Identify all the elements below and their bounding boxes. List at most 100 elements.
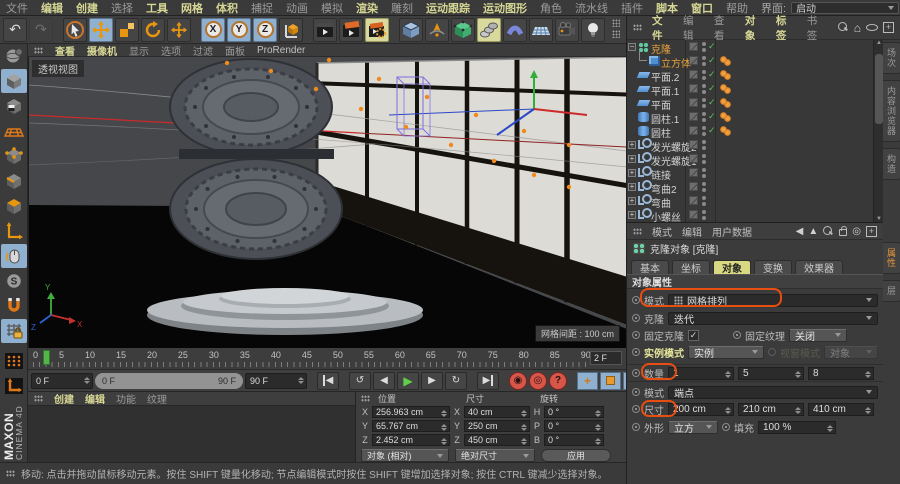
scrollbar-thumb[interactable] bbox=[875, 54, 883, 124]
phong-tag-icon[interactable] bbox=[720, 98, 731, 108]
camera-button[interactable] bbox=[555, 17, 579, 42]
visibility-dots-icon[interactable] bbox=[702, 70, 706, 82]
mode-dropdown[interactable]: 网格排列 bbox=[668, 293, 878, 308]
enabled-check-icon[interactable]: ✓ bbox=[708, 97, 716, 108]
phong-tag-icon[interactable] bbox=[720, 56, 731, 66]
layer-toggle-icon[interactable] bbox=[689, 98, 698, 107]
fill-field[interactable]: 100 % bbox=[758, 420, 836, 434]
size-mode-dropdown[interactable]: 绝对尺寸 bbox=[455, 449, 535, 462]
panel-grip-icon[interactable] bbox=[633, 227, 642, 235]
object-row[interactable]: 圆柱.1 ✓ bbox=[627, 110, 873, 126]
history-back-icon[interactable]: ◀ bbox=[796, 226, 804, 237]
search-icon[interactable] bbox=[823, 225, 834, 237]
keyframe-ring-icon[interactable] bbox=[632, 388, 640, 396]
enabled-check-icon[interactable]: ✓ bbox=[708, 83, 716, 94]
keyframe-ring-icon[interactable] bbox=[632, 423, 640, 431]
mat-menu-texture[interactable]: 纹理 bbox=[147, 391, 167, 406]
expand-icon[interactable]: + bbox=[628, 169, 636, 177]
count-z-field[interactable]: 8 bbox=[808, 366, 874, 380]
last-tool-button[interactable] bbox=[167, 17, 191, 42]
enabled-check-icon[interactable]: ✓ bbox=[708, 69, 716, 80]
count-y-field[interactable]: 5 bbox=[738, 366, 804, 380]
history-up-icon[interactable]: ▲ bbox=[808, 226, 818, 237]
visibility-dots-icon[interactable] bbox=[702, 182, 706, 194]
visibility-dots-icon[interactable] bbox=[702, 140, 706, 152]
timeline-ruler[interactable]: 05 10 15 20 25 30 35 40 45 50 55 60 65 70 75 80… bbox=[28, 348, 626, 370]
am-menu-mode[interactable]: 模式 bbox=[652, 224, 672, 239]
primitive-cube-button[interactable] bbox=[399, 17, 423, 42]
enable-axis-button[interactable] bbox=[1, 219, 27, 243]
object-list-scrollbar[interactable]: ▲ ▼ bbox=[873, 40, 883, 222]
menu-create[interactable]: 创建 bbox=[76, 0, 98, 16]
vp-menu-cameras[interactable]: 摄像机 bbox=[87, 43, 117, 58]
layer-toggle-icon[interactable] bbox=[689, 196, 698, 205]
phong-tag-icon[interactable] bbox=[720, 84, 731, 94]
record-scale-button[interactable] bbox=[600, 371, 621, 390]
play-forward-button[interactable]: ▶ bbox=[397, 371, 419, 390]
keyframe-ring-icon[interactable] bbox=[632, 331, 640, 339]
target-icon[interactable]: ◎ bbox=[852, 226, 861, 237]
home-icon[interactable]: ⌂ bbox=[854, 21, 861, 35]
loop-button[interactable]: ↻ bbox=[445, 371, 467, 390]
enable-snap-button[interactable] bbox=[1, 294, 27, 318]
lock-x-axis-button[interactable]: X bbox=[201, 17, 225, 42]
lock-y-axis-button[interactable]: Y bbox=[227, 17, 251, 42]
menu-plugins[interactable]: 插件 bbox=[621, 0, 643, 16]
subdivision-surface-button[interactable] bbox=[451, 17, 475, 42]
visibility-dots-icon[interactable] bbox=[702, 210, 706, 222]
layer-toggle-icon[interactable] bbox=[689, 42, 698, 51]
rotation-h-field[interactable]: 0 ° bbox=[544, 406, 604, 418]
tab-attributes[interactable]: 属性 bbox=[883, 242, 900, 274]
object-row[interactable]: + 发光螺旋1 bbox=[627, 152, 873, 168]
position-y-field[interactable]: 65.767 cm bbox=[372, 420, 450, 432]
layer-toggle-icon[interactable] bbox=[689, 56, 698, 65]
add-panel-icon[interactable]: + bbox=[866, 225, 877, 237]
keyframe-ring-icon[interactable] bbox=[632, 296, 640, 304]
scale-button[interactable] bbox=[115, 17, 139, 42]
size-z-field[interactable]: 410 cm bbox=[808, 402, 874, 416]
visibility-dots-icon[interactable] bbox=[702, 126, 706, 138]
add-panel-icon[interactable]: + bbox=[883, 22, 894, 33]
layer-toggle-icon[interactable] bbox=[689, 140, 698, 149]
object-row[interactable]: − 克隆 ✓ bbox=[627, 40, 873, 56]
position-mode-dropdown[interactable]: 对象 (相对) bbox=[361, 449, 449, 462]
viewport-3d-view[interactable]: Y X Z 透视视图 网格间距 : 100 cm bbox=[28, 57, 626, 348]
tab-structure[interactable]: 构造 bbox=[883, 148, 900, 180]
om-menu-tags[interactable]: 标签 bbox=[776, 13, 797, 43]
fix-texture-dropdown[interactable]: 关闭 bbox=[789, 328, 847, 343]
vp-menu-options[interactable]: 选项 bbox=[161, 43, 181, 58]
expand-icon[interactable]: + bbox=[628, 155, 636, 163]
vp-menu-display[interactable]: 显示 bbox=[129, 43, 149, 58]
object-row[interactable]: 平面.1 ✓ bbox=[627, 82, 873, 98]
layer-toggle-icon[interactable] bbox=[689, 182, 698, 191]
fix-clone-checkbox[interactable]: ✓ bbox=[688, 329, 699, 341]
deformer-button[interactable] bbox=[503, 17, 527, 42]
lock-icon[interactable] bbox=[839, 226, 848, 236]
om-menu-bookmarks[interactable]: 书签 bbox=[807, 13, 828, 43]
next-frame-button[interactable]: ▶ bbox=[421, 371, 443, 390]
render-picture-viewer-button[interactable] bbox=[339, 17, 363, 42]
om-menu-file[interactable]: 文件 bbox=[652, 13, 673, 43]
edit-render-settings-button[interactable] bbox=[365, 17, 389, 42]
menu-motion-tracker[interactable]: 运动跟踪 bbox=[426, 0, 470, 16]
apply-button[interactable]: 应用 bbox=[541, 449, 611, 462]
mat-menu-create[interactable]: 创建 bbox=[54, 391, 74, 406]
mat-menu-edit[interactable]: 编辑 bbox=[85, 391, 105, 406]
timeline-playhead[interactable] bbox=[43, 350, 50, 365]
size-z-field[interactable]: 450 cm bbox=[464, 434, 530, 446]
mat-menu-function[interactable]: 功能 bbox=[116, 391, 136, 406]
position-x-field[interactable]: 256.963 cm bbox=[372, 406, 450, 418]
viewport-solo-button[interactable] bbox=[1, 244, 27, 268]
object-row[interactable]: + 弯曲2 bbox=[627, 180, 873, 196]
expand-icon[interactable]: + bbox=[628, 183, 636, 191]
move-button[interactable] bbox=[89, 17, 113, 42]
light-button[interactable] bbox=[581, 17, 605, 42]
expand-icon[interactable]: + bbox=[628, 211, 636, 219]
lock-workplane-button[interactable] bbox=[1, 319, 27, 343]
visibility-dots-icon[interactable] bbox=[702, 98, 706, 110]
spinner-icon[interactable] bbox=[84, 376, 90, 384]
vp-menu-panel[interactable]: 面板 bbox=[225, 43, 245, 58]
spinner-icon[interactable] bbox=[298, 376, 304, 384]
object-row[interactable]: 平面 ✓ bbox=[627, 96, 873, 112]
edges-mode-button[interactable] bbox=[1, 169, 27, 193]
